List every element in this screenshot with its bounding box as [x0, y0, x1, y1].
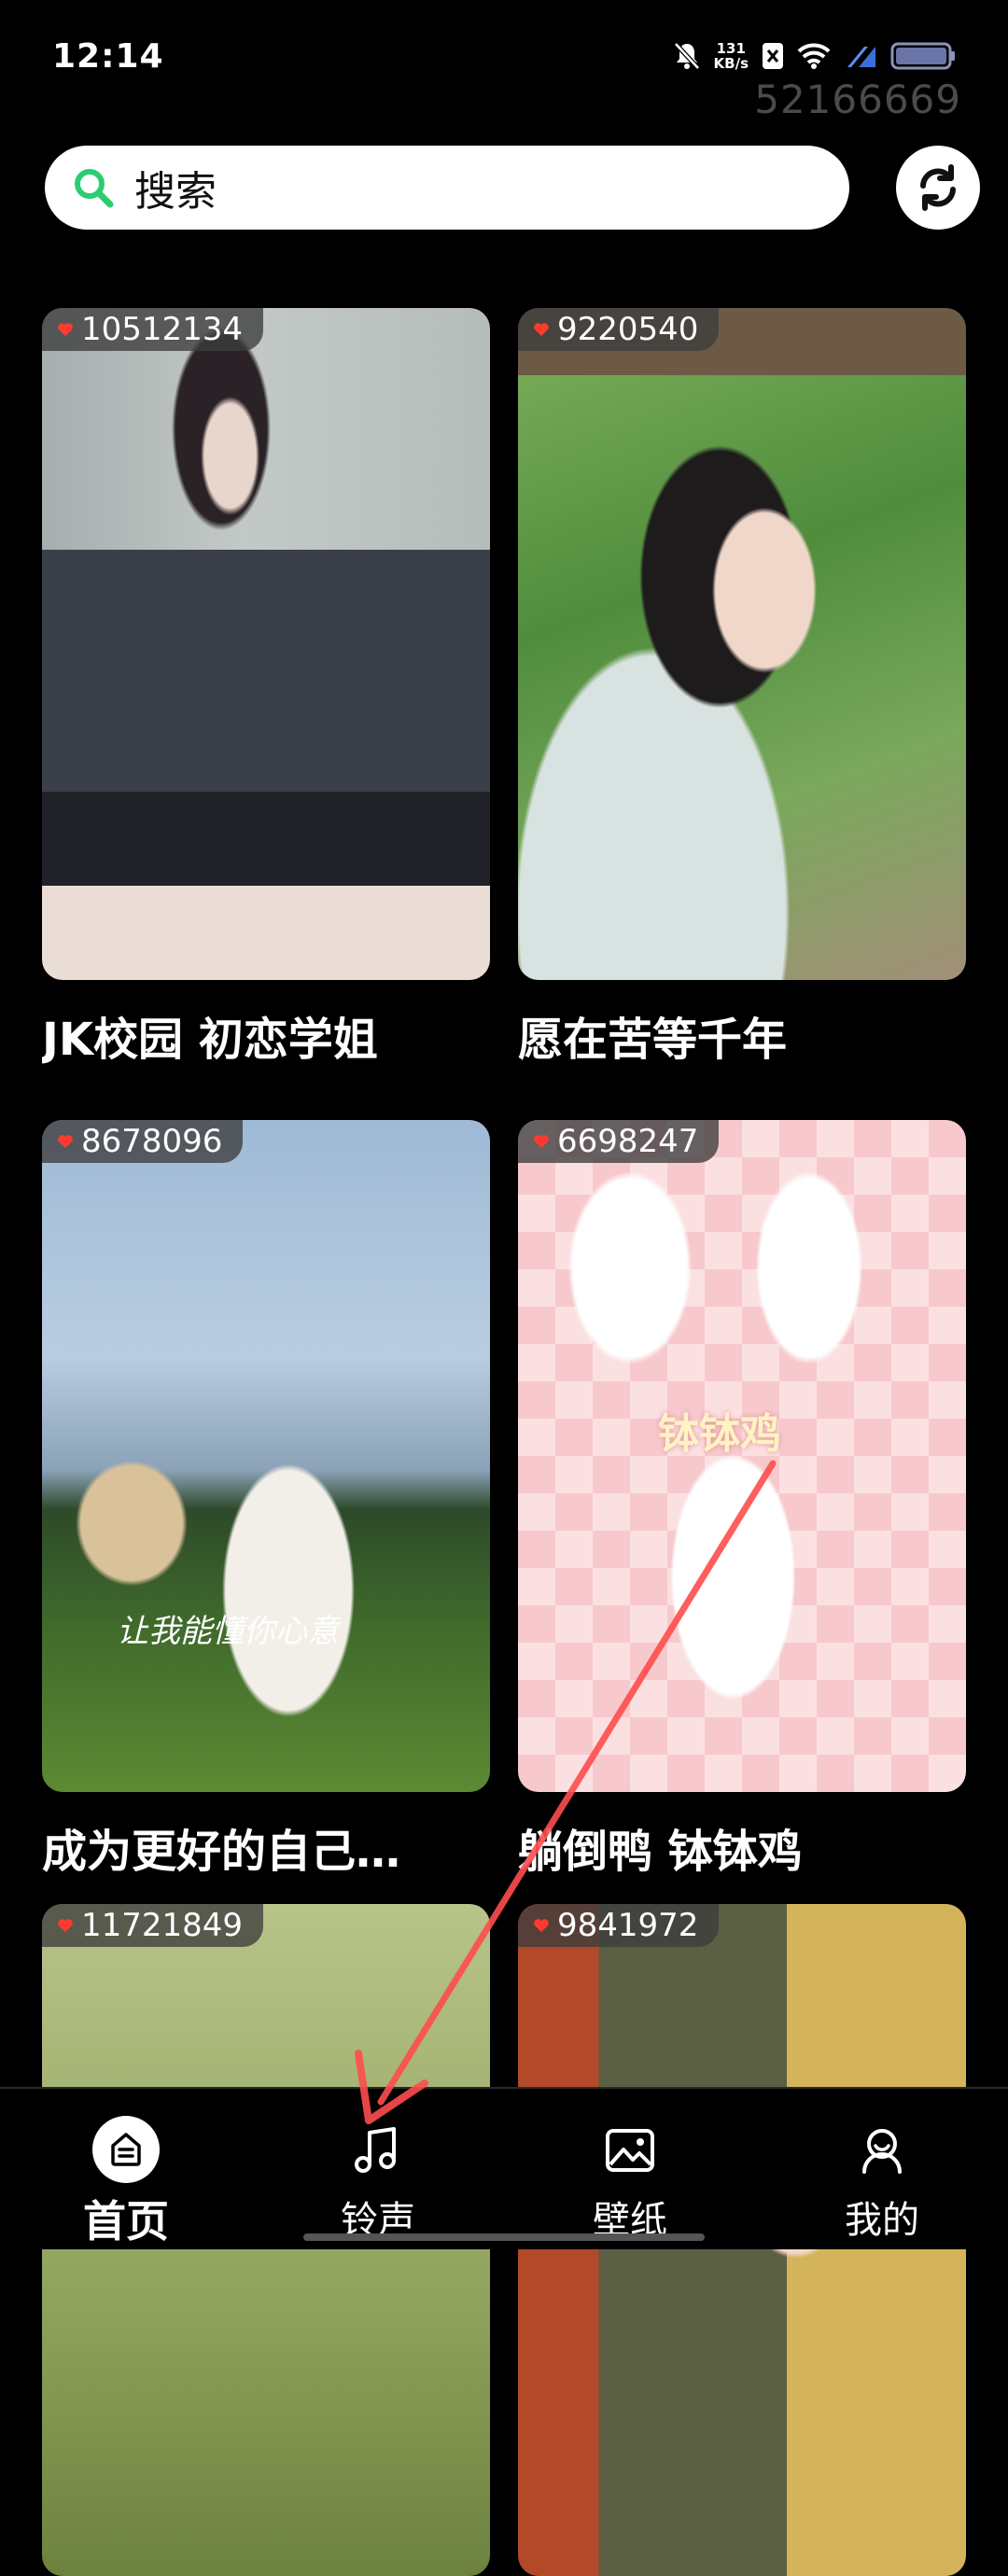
- signal-icon: [844, 43, 877, 69]
- card-title[interactable]: 愿在苦等千年: [518, 1002, 966, 1068]
- wallpaper-card[interactable]: 10512134 JK校园 初恋学姐: [42, 308, 490, 1068]
- card-thumbnail[interactable]: 8678096 让我能懂你心意: [42, 1120, 490, 1792]
- wallpaper-card[interactable]: 9220540 愿在苦等千年: [518, 308, 966, 1068]
- watermark-id: 52166669: [754, 77, 961, 122]
- like-count-badge: 11721849: [42, 1904, 264, 1947]
- like-count: 6698247: [557, 1123, 699, 1160]
- nav-label-profile: 我的: [845, 2199, 919, 2242]
- wallpaper-card[interactable]: 6698247 钵钵鸡 躺倒鸭 钵钵鸡: [518, 1120, 966, 1880]
- status-icons: 131 KB/s: [673, 37, 956, 75]
- card-thumbnail[interactable]: 6698247 钵钵鸡: [518, 1120, 966, 1792]
- sim-disabled-icon: [762, 42, 784, 70]
- search-placeholder: 搜索: [134, 168, 217, 216]
- like-count: 9841972: [557, 1907, 699, 1944]
- wifi-icon: [797, 43, 831, 69]
- nav-item-profile[interactable]: 我的: [756, 2089, 1008, 2249]
- thumbnail-overlay-text: 钵钵鸡: [658, 1410, 781, 1458]
- heart-icon: [534, 323, 549, 336]
- search-bar[interactable]: 搜索: [45, 146, 849, 230]
- card-thumbnail[interactable]: 10512134: [42, 308, 490, 980]
- network-speed-unit: KB/s: [713, 55, 749, 72]
- wallpaper-card[interactable]: 8678096 让我能懂你心意 成为更好的自己…: [42, 1120, 490, 1880]
- refresh-icon: [920, 164, 956, 211]
- music-note-icon: [355, 2127, 396, 2173]
- heart-icon: [58, 1135, 73, 1148]
- mute-bell-icon: [673, 41, 701, 71]
- like-count-badge: 10512134: [42, 308, 264, 351]
- search-icon: [75, 169, 114, 208]
- heart-icon: [534, 1135, 549, 1148]
- nav-label-home: 首页: [83, 2196, 169, 2247]
- like-count-badge: 6698247: [518, 1120, 720, 1163]
- like-count-badge: 8678096: [42, 1120, 244, 1163]
- heart-icon: [58, 1919, 73, 1932]
- thumbnail-caption: 让我能懂你心意: [117, 1613, 339, 1650]
- card-thumbnail[interactable]: 9220540: [518, 308, 966, 980]
- nav-item-wallpaper[interactable]: 壁纸: [504, 2089, 756, 2249]
- wallpaper-icon: [606, 2129, 654, 2172]
- battery-icon: [890, 42, 956, 70]
- like-count: 11721849: [81, 1907, 244, 1944]
- card-title[interactable]: 躺倒鸭 钵钵鸡: [518, 1814, 966, 1880]
- like-count: 9220540: [557, 311, 699, 348]
- network-speed-value: 131: [716, 40, 746, 57]
- profile-icon: [862, 2129, 902, 2174]
- card-title[interactable]: 成为更好的自己…: [42, 1814, 490, 1880]
- network-speed: 131 KB/s: [714, 41, 749, 71]
- heart-icon: [534, 1919, 549, 1932]
- status-time: 12:14: [52, 37, 164, 76]
- like-count: 10512134: [81, 311, 244, 348]
- home-icon: [92, 2116, 160, 2183]
- like-count-badge: 9220540: [518, 308, 720, 351]
- home-indicator: [303, 2233, 705, 2241]
- like-count-badge: 9841972: [518, 1904, 720, 1947]
- like-count: 8678096: [81, 1123, 223, 1160]
- card-title[interactable]: JK校园 初恋学姐: [42, 1002, 490, 1068]
- heart-icon: [58, 323, 73, 336]
- status-bar: 12:14 131 KB/s 52166669: [0, 0, 1008, 122]
- nav-item-ringtone[interactable]: 铃声: [252, 2089, 504, 2249]
- bottom-navigation: 首页 铃声 壁纸 我的: [0, 2087, 1008, 2249]
- refresh-button[interactable]: [896, 146, 980, 230]
- nav-item-home[interactable]: 首页: [0, 2089, 252, 2249]
